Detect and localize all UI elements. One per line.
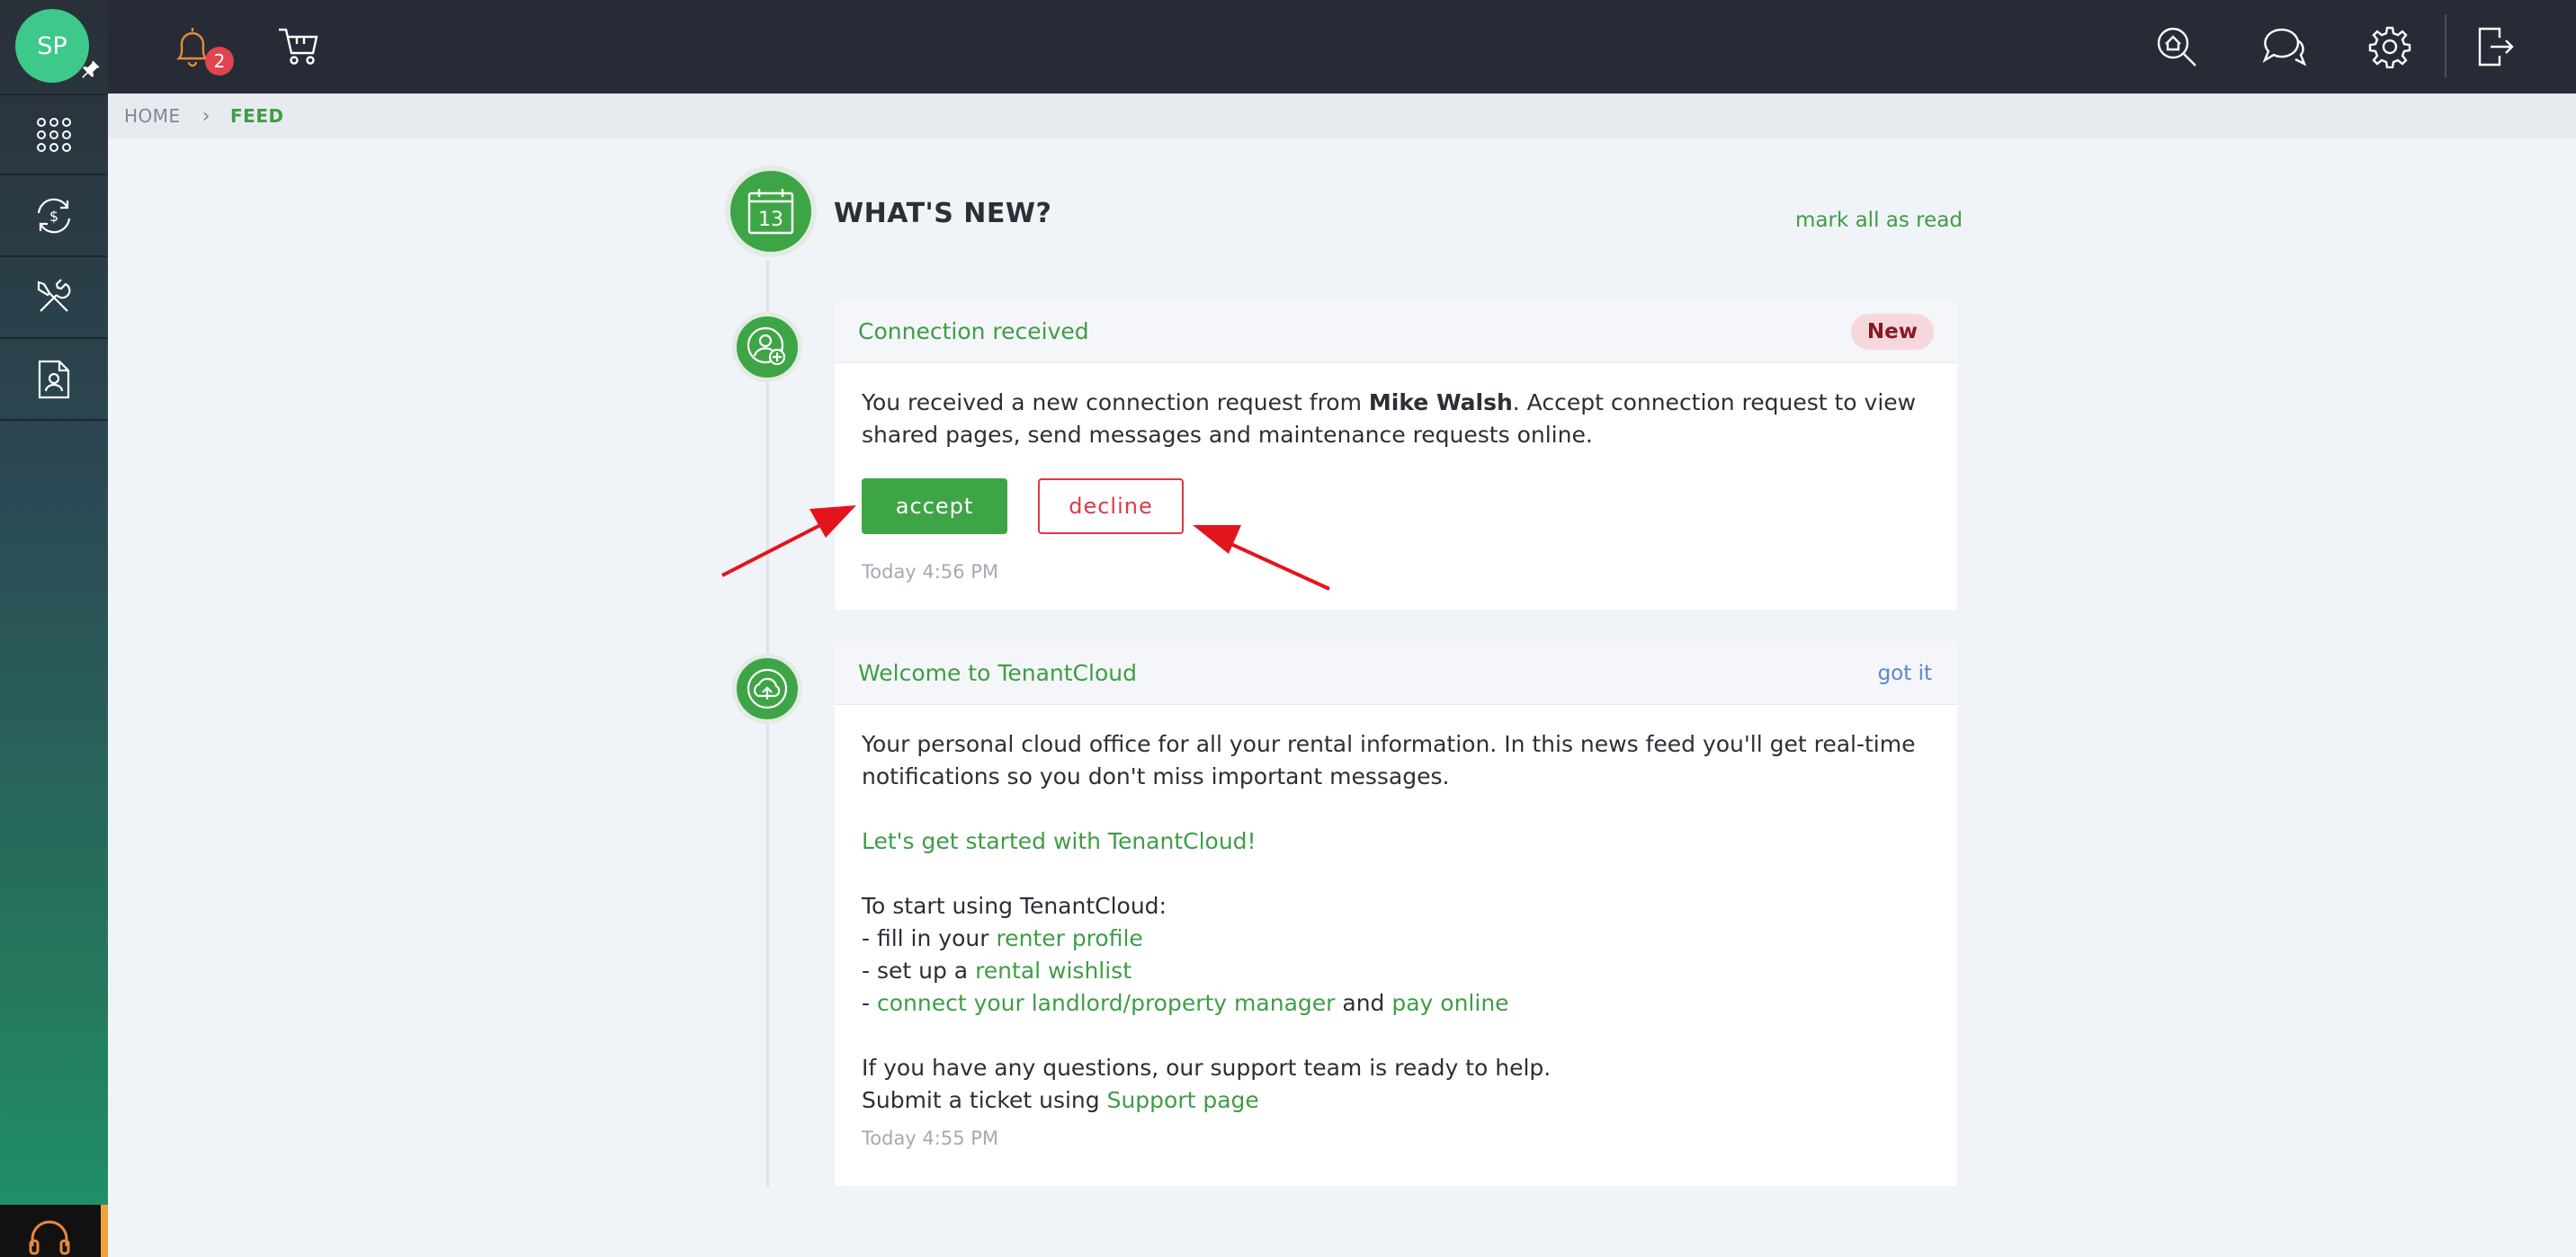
logout-button[interactable] [2469, 20, 2523, 74]
support-page-link[interactable]: Support page [1107, 1087, 1259, 1113]
cart-icon [279, 28, 318, 65]
support-accent [101, 1205, 108, 1257]
page-title: WHAT'S NEW? [834, 198, 1052, 229]
support-button[interactable] [0, 1205, 108, 1257]
start-heading: To start using TenantCloud: [862, 893, 1167, 919]
renter-profile-link[interactable]: renter profile [996, 925, 1142, 951]
card-body: Your personal cloud office for all your … [835, 705, 1957, 1154]
connection-card: Connection received New You received a n… [835, 300, 1957, 610]
user-add-icon [747, 326, 786, 366]
svg-text:$: $ [49, 208, 58, 225]
settings-button[interactable] [2363, 20, 2417, 74]
timeline-dot-connection [732, 312, 802, 382]
help-text: If you have any questions, our support t… [862, 1055, 1552, 1081]
welcome-intro: Your personal cloud office for all your … [862, 731, 1916, 789]
breadcrumb-current: FEED [230, 105, 284, 127]
calendar-icon: 13 [747, 189, 794, 235]
tools-icon [37, 278, 71, 312]
decline-button[interactable]: decline [1038, 478, 1184, 534]
card-title: Connection received [858, 318, 1089, 344]
search-home-button[interactable] [2150, 20, 2204, 74]
gear-icon [2368, 26, 2411, 68]
requester-name: Mike Walsh [1368, 389, 1513, 415]
mark-all-read-link[interactable]: mark all as read [1795, 209, 1963, 232]
step-profile: - fill in your renter profile [862, 925, 1143, 951]
step-wishlist: - set up a rental wishlist [862, 958, 1132, 984]
messages-button[interactable] [2257, 20, 2311, 74]
payments-sync-icon: $ [37, 198, 71, 233]
logout-icon [2478, 27, 2514, 67]
support-line: Submit a ticket using Support page [862, 1087, 1259, 1113]
timeline-line [766, 261, 769, 1187]
svg-text:13: 13 [758, 209, 783, 231]
sidebar-item-apps[interactable] [0, 94, 108, 175]
timestamp: Today 4:55 PM [862, 1128, 999, 1149]
apps-grid-icon [37, 117, 71, 152]
search-home-icon [2157, 27, 2196, 67]
breadcrumb: HOME › FEED [108, 94, 2576, 138]
connect-landlord-link[interactable]: connect your landlord/property manager [877, 990, 1335, 1016]
sidebar-item-tools[interactable] [0, 257, 108, 339]
card-header: Connection received New [835, 300, 1957, 363]
top-bar: 2 [108, 0, 2576, 94]
avatar-initials: SP [37, 31, 67, 60]
step-connect: - connect your landlord/property manager… [862, 990, 1509, 1016]
top-bar-divider [2445, 14, 2446, 77]
pin-icon[interactable] [79, 58, 103, 81]
new-badge: New [1850, 314, 1934, 350]
feed-header-badge: 13 [725, 165, 817, 257]
chat-icon [2262, 28, 2306, 67]
cloud-upload-icon [747, 668, 788, 709]
sidebar: SP $ [0, 0, 108, 1257]
got-it-link[interactable]: got it [1878, 662, 1932, 685]
card-header: Welcome to TenantCloud got it [835, 642, 1957, 705]
sidebar-item-documents[interactable] [0, 339, 108, 421]
breadcrumb-separator-icon: › [201, 104, 210, 128]
accept-button[interactable]: accept [862, 478, 1007, 534]
connection-message: You received a new connection request fr… [862, 389, 1917, 448]
card-body: You received a new connection request fr… [835, 363, 1957, 451]
card-title: Welcome to TenantCloud [858, 660, 1137, 686]
cart-button[interactable] [272, 20, 326, 74]
avatar[interactable]: SP [15, 9, 89, 83]
welcome-card: Welcome to TenantCloud got it Your perso… [835, 642, 1957, 1186]
pay-online-link[interactable]: pay online [1391, 990, 1508, 1016]
breadcrumb-home[interactable]: HOME [124, 105, 181, 127]
document-person-icon [38, 360, 70, 398]
notification-count-badge: 2 [205, 47, 234, 76]
timeline-dot-welcome [732, 654, 802, 724]
get-started-link[interactable]: Let's get started with TenantCloud! [862, 825, 1930, 858]
rental-wishlist-link[interactable]: rental wishlist [975, 958, 1131, 984]
sidebar-item-payments[interactable]: $ [0, 175, 108, 257]
headset-icon [29, 1220, 70, 1255]
timestamp: Today 4:56 PM [862, 561, 999, 583]
